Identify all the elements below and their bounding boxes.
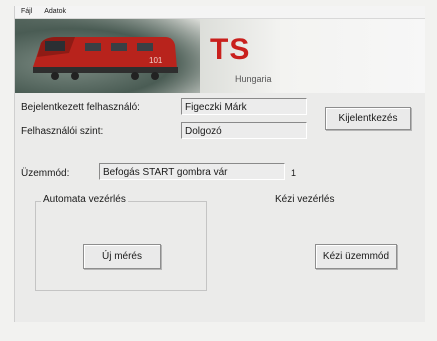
menu-item-file[interactable]: Fájl	[21, 8, 32, 15]
auto-control-title: Automata vezérlés	[41, 194, 128, 205]
logo-subtitle: Hungaria	[235, 74, 272, 84]
logged-user-field: Figeczki Márk	[181, 98, 307, 115]
mode-label: Üzemmód:	[21, 168, 70, 179]
train-image: 101	[15, 19, 200, 93]
menu-bar: Fájl Adatok	[15, 6, 425, 19]
header-banner: 101 TS Hungaria	[15, 19, 425, 93]
mode-field: Befogás START gombra vár	[99, 163, 285, 180]
locomotive-icon: 101	[33, 37, 178, 80]
logged-user-label: Bejelentkezett felhasználó:	[21, 102, 140, 113]
user-level-label: Felhasználói szint:	[21, 126, 104, 137]
logout-button[interactable]: Kijelentkezés	[325, 107, 411, 130]
app-window: Fájl Adatok 101 TS Hungaria Bejelentkeze…	[14, 6, 425, 322]
train-number: 101	[149, 56, 163, 65]
manual-mode-button[interactable]: Kézi üzemmód	[315, 244, 397, 269]
manual-control-title: Kézi vezérlés	[273, 194, 337, 205]
new-measurement-button[interactable]: Új mérés	[83, 244, 161, 269]
ts-logo: TS	[210, 33, 251, 66]
mode-number: 1	[291, 168, 297, 178]
user-level-field: Dolgozó	[181, 122, 307, 139]
menu-item-data[interactable]: Adatok	[44, 8, 66, 15]
